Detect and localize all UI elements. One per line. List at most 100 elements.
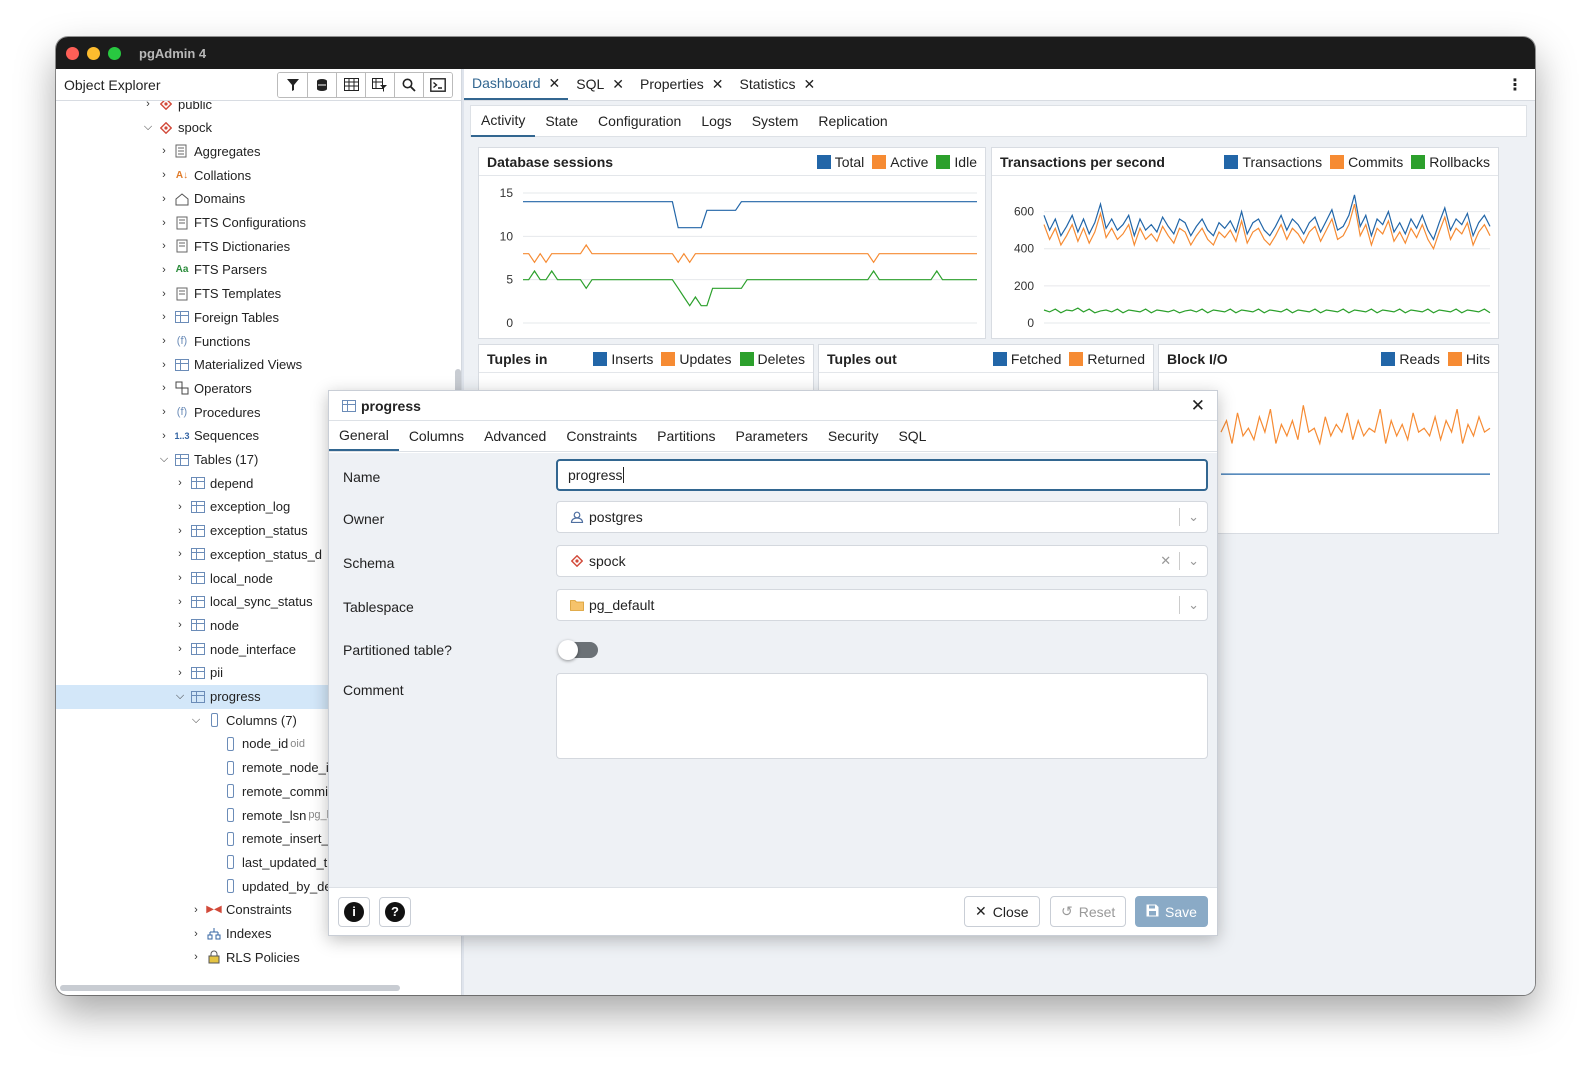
tree-node-functions[interactable]: › (f) Functions <box>156 329 250 353</box>
more-menu-icon[interactable]: ⋮ <box>1507 75 1523 95</box>
tree-node-sequences[interactable]: › 1..3 Sequences <box>156 424 259 448</box>
tree-node-node-id[interactable]: node_id oid <box>204 732 305 756</box>
chevron-right-icon[interactable]: › <box>172 667 188 679</box>
dialog-tab-partitions[interactable]: Partitions <box>647 421 725 451</box>
chevron-right-icon[interactable]: › <box>156 406 172 418</box>
chevron-right-icon[interactable]: › <box>156 335 172 347</box>
tab-properties[interactable]: Properties ✕ <box>632 68 732 100</box>
tree-node-pii[interactable]: › pii <box>172 661 223 685</box>
tree-node-collations[interactable]: › A↓ Collations <box>156 163 251 187</box>
tab-sql[interactable]: SQL ✕ <box>568 68 632 100</box>
owner-select[interactable]: postgres ⌄ <box>556 501 1208 533</box>
tree-node-updated-by-de[interactable]: updated_by_de <box>204 874 332 898</box>
table-view-icon[interactable] <box>336 72 365 97</box>
tree-node-remote-commi[interactable]: remote_commi <box>204 779 328 803</box>
chevron-right-icon[interactable]: › <box>156 430 172 442</box>
terminal-icon[interactable] <box>423 72 452 97</box>
chevron-right-icon[interactable]: › <box>172 572 188 584</box>
chevron-right-icon[interactable]: › <box>156 359 172 371</box>
close-button[interactable]: ✕ Close <box>964 896 1040 927</box>
tree-node-depend[interactable]: › depend <box>172 471 253 495</box>
tree-node-exception-status-d[interactable]: › exception_status_d <box>172 542 322 566</box>
chevron-right-icon[interactable]: › <box>156 311 172 323</box>
schema-select[interactable]: spock ✕ ⌄ <box>556 545 1208 577</box>
tree-node-indexes[interactable]: › Indexes <box>188 922 271 946</box>
chevron-right-icon[interactable]: › <box>172 619 188 631</box>
close-icon[interactable]: ✕ <box>712 76 724 93</box>
clear-icon[interactable]: ✕ <box>1160 553 1171 569</box>
close-window-button[interactable] <box>66 46 79 60</box>
tablespace-dropdown[interactable]: ⌄ <box>1171 590 1207 620</box>
tree-node-tables-17[interactable]: ⌵ Tables (17) <box>156 448 258 472</box>
tree-node-constraints[interactable]: › ▶◀ Constraints <box>188 898 292 922</box>
tree-node-remote-lsn[interactable]: remote_lsn pg_l <box>204 803 329 827</box>
tree-node-exception-status[interactable]: › exception_status <box>172 519 307 543</box>
filter-icon[interactable] <box>278 72 307 97</box>
tree-node-remote-node-i[interactable]: remote_node_i <box>204 756 329 780</box>
tab-dashboard[interactable]: Dashboard ✕ <box>464 68 569 100</box>
maximize-window-button[interactable] <box>108 46 121 60</box>
name-input[interactable]: progress <box>556 459 1208 491</box>
tree-node-exception-log[interactable]: › exception_log <box>172 495 290 519</box>
close-icon[interactable]: ✕ <box>804 76 816 93</box>
tree-horizontal-scrollbar[interactable] <box>60 985 400 991</box>
database-query-icon[interactable] <box>307 72 336 97</box>
dialog-tab-constraints[interactable]: Constraints <box>556 421 647 451</box>
subtab-replication[interactable]: Replication <box>808 105 897 137</box>
tree-node-remote-insert[interactable]: remote_insert_ <box>204 827 329 851</box>
tree-node-materialized-views[interactable]: › Materialized Views <box>156 353 302 377</box>
chevron-right-icon[interactable]: › <box>172 477 188 489</box>
partitioned-toggle[interactable] <box>558 640 598 660</box>
tree-node-domains[interactable]: › Domains <box>156 187 245 211</box>
tree-node-node-interface[interactable]: › node_interface <box>172 637 296 661</box>
chevron-right-icon[interactable]: › <box>172 548 188 560</box>
tree-node-fts-parsers[interactable]: › Aa FTS Parsers <box>156 258 267 282</box>
chevron-right-icon[interactable]: › <box>188 904 204 916</box>
owner-dropdown[interactable]: ⌄ <box>1171 502 1207 532</box>
tab-statistics[interactable]: Statistics ✕ <box>732 68 824 100</box>
chevron-right-icon[interactable]: › <box>140 101 156 110</box>
tree-node-procedures[interactable]: › (f) Procedures <box>156 400 260 424</box>
tree-node-fts-templates[interactable]: › FTS Templates <box>156 282 281 306</box>
minimize-window-button[interactable] <box>87 46 100 60</box>
subtab-system[interactable]: System <box>742 105 809 137</box>
dialog-tab-advanced[interactable]: Advanced <box>474 421 556 451</box>
chevron-right-icon[interactable]: › <box>188 951 204 963</box>
chevron-right-icon[interactable]: › <box>188 928 204 940</box>
chevron-right-icon[interactable]: › <box>172 643 188 655</box>
tree-node-rls-policies[interactable]: › RLS Policies <box>188 945 300 969</box>
chevron-right-icon[interactable]: › <box>156 382 172 394</box>
tree-node-operators[interactable]: › Operators <box>156 376 252 400</box>
subtab-activity[interactable]: Activity <box>471 105 536 137</box>
dialog-tab-security[interactable]: Security <box>818 421 889 451</box>
chevron-right-icon[interactable]: › <box>172 596 188 608</box>
close-icon[interactable]: ✕ <box>612 76 624 93</box>
chevron-down-icon[interactable]: ⌵ <box>188 714 204 727</box>
chevron-right-icon[interactable]: › <box>156 217 172 229</box>
close-icon[interactable]: ✕ <box>549 75 561 92</box>
search-icon[interactable] <box>394 72 423 97</box>
info-button[interactable]: i <box>338 896 370 927</box>
tree-node-spock[interactable]: ⌵ spock <box>140 116 212 140</box>
table-filter-icon[interactable] <box>365 72 394 97</box>
tree-node-foreign-tables[interactable]: › Foreign Tables <box>156 305 279 329</box>
schema-dropdown[interactable]: ✕ ⌄ <box>1160 546 1207 576</box>
dialog-tab-parameters[interactable]: Parameters <box>726 421 818 451</box>
tree-node-public[interactable]: › public <box>140 101 212 116</box>
subtab-state[interactable]: State <box>535 105 588 137</box>
tree-node-fts-dictionaries[interactable]: › FTS Dictionaries <box>156 234 290 258</box>
dialog-tab-columns[interactable]: Columns <box>399 421 474 451</box>
reset-button[interactable]: ↺ Reset <box>1050 896 1127 927</box>
chevron-right-icon[interactable]: › <box>156 145 172 157</box>
chevron-right-icon[interactable]: › <box>156 193 172 205</box>
tree-node-progress[interactable]: ⌵ progress <box>172 685 261 709</box>
tree-node-last-updated-t[interactable]: last_updated_t <box>204 850 327 874</box>
tablespace-select[interactable]: pg_default ⌄ <box>556 589 1208 621</box>
chevron-down-icon[interactable]: ⌵ <box>172 690 188 703</box>
tree-node-local-sync-status[interactable]: › local_sync_status <box>172 590 312 614</box>
chevron-right-icon[interactable]: › <box>172 501 188 513</box>
tree-node-local-node[interactable]: › local_node <box>172 566 273 590</box>
chevron-right-icon[interactable]: › <box>156 288 172 300</box>
help-button[interactable]: ? <box>379 896 411 927</box>
subtab-logs[interactable]: Logs <box>691 105 741 137</box>
